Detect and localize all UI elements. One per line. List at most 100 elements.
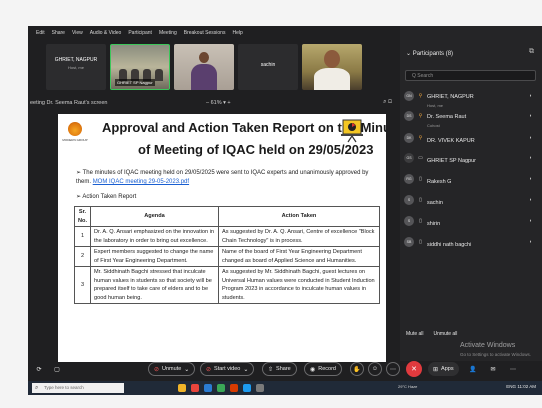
mom-pdf-link[interactable]: MOM IQAC meeting 29-05-2023.pdf <box>93 179 189 185</box>
close-icon: ✕ <box>411 366 417 373</box>
tile-name-tag: GHRIET SP Nagpur <box>115 79 155 86</box>
menu-bar: Edit Share View Audio & Video Participan… <box>28 26 398 40</box>
menu-participant[interactable]: Participant <box>128 30 152 36</box>
share-label: Share <box>276 366 291 372</box>
device-icon: ▯ <box>419 176 422 182</box>
file-explorer-icon[interactable] <box>178 384 186 392</box>
participant-name: shirin <box>427 221 441 227</box>
camera-icon[interactable]: ◗ <box>529 135 532 141</box>
table-row: 3 Mr. Siddhinath Bagchi stressed that in… <box>74 266 380 304</box>
menu-breakout-sessions[interactable]: Breakout Sessions <box>184 30 226 36</box>
share-button[interactable]: ⇧ Share <box>262 362 297 376</box>
avatar: GS <box>404 153 414 163</box>
section-heading: ➢ Action Taken Report <box>76 194 137 200</box>
unmute-all-button[interactable]: Unmute all <box>434 331 458 337</box>
camera-icon[interactable]: ◗ <box>529 113 532 119</box>
menu-share[interactable]: Share <box>52 30 65 36</box>
avatar: RG <box>404 174 414 184</box>
participant-row[interactable]: SB ▯ siddhi nath bagchi ◗ <box>404 234 538 250</box>
device-icon: ▯ <box>419 239 422 245</box>
participant-row[interactable]: S ▯ shirin ◗ <box>404 213 538 229</box>
cell-no: 3 <box>74 266 91 304</box>
system-clock[interactable]: ENG 11:02 AM <box>506 384 536 389</box>
avatar: SB <box>404 237 414 247</box>
cell-agenda: Expert members suggested to change the n… <box>90 246 219 267</box>
participant-row[interactable]: GS ▭ GHRIET SP Nagpur ◗ <box>404 150 538 166</box>
taskbar-search-input[interactable]: ⌕ Type here to search <box>32 383 124 393</box>
shared-document: MODERN GROUP Approval and Action Taken R… <box>58 114 386 362</box>
participant-row[interactable]: RG ▯ Rakesh G ◗ <box>404 171 538 187</box>
monitor-screen: Edit Share View Audio & Video Participan… <box>28 26 542 395</box>
camera-icon[interactable]: ◗ <box>529 176 532 182</box>
participants-panel: ⌄ Participants (8) ⧉ Q Search GN ⚲ GHRIE… <box>400 26 542 361</box>
menu-edit[interactable]: Edit <box>36 30 45 36</box>
raise-hand-icon[interactable]: ✋ <box>350 362 364 376</box>
cell-no: 1 <box>74 226 91 247</box>
cell-agenda: Dr. A. Q. Ansari emphasized on the innov… <box>90 226 219 247</box>
video-tile-host[interactable]: GHRIET, NAGPUR Host, me <box>46 44 106 90</box>
apps-button[interactable]: ⊞ Apps <box>428 362 459 376</box>
person-silhouette <box>155 69 163 81</box>
chrome-icon[interactable] <box>191 384 199 392</box>
participants-toggle-icon[interactable]: 👤 <box>466 362 480 376</box>
table-row: 2 Expert members suggested to change the… <box>74 246 380 267</box>
camera-icon[interactable]: ◗ <box>529 93 532 99</box>
record-label: Record <box>318 366 336 372</box>
record-button[interactable]: ◉ Record <box>304 362 342 376</box>
screen-share-bar: eeting Dr. Seema Raut's screen – 61% ▾ +… <box>28 96 398 110</box>
weather-widget[interactable]: 29°C Haze <box>398 384 417 389</box>
avatar: S <box>404 216 414 226</box>
device-icon: ▯ <box>419 197 422 203</box>
participant-row[interactable]: DS ⚲ Dr. Seema Raut Cohost ◗ <box>404 108 538 128</box>
chat-toggle-icon[interactable]: ✉ <box>486 362 500 376</box>
tile-name: GHRIET, NAGPUR <box>54 57 98 63</box>
camera-icon[interactable]: ◗ <box>529 197 532 203</box>
share-view-icons[interactable]: ⌕ ⊡ <box>383 99 392 106</box>
mic-muted-icon: ⚲ <box>418 93 423 99</box>
mic-muted-icon: ⊘ <box>154 366 160 373</box>
participant-name: GHRIET, NAGPUR <box>427 93 474 100</box>
presentation-icon <box>341 119 363 143</box>
leave-meeting-button[interactable]: ✕ <box>406 361 422 377</box>
taskbar-search-placeholder: Type here to search <box>44 385 84 390</box>
participant-row[interactable]: GN ⚲ GHRIET, NAGPUR Host, me ◗ <box>404 88 538 108</box>
camera-icon[interactable]: ◗ <box>529 218 532 224</box>
menu-meeting[interactable]: Meeting <box>159 30 177 36</box>
unmute-button[interactable]: ⊘ Unmute ⌄ <box>148 362 196 376</box>
video-tile-room[interactable]: GHRIET SP Nagpur <box>110 44 170 90</box>
col-action-taken: Action Taken <box>218 206 380 227</box>
participant-search-input[interactable]: Q Search <box>405 70 536 81</box>
camera-icon[interactable]: ◗ <box>529 239 532 245</box>
participant-row[interactable]: S ▯ sachin ◗ <box>404 192 538 208</box>
app-icon[interactable] <box>256 384 264 392</box>
layout-icon[interactable]: ⟳ <box>32 362 46 376</box>
more-options-icon[interactable]: ⋯ <box>386 362 400 376</box>
video-tiles-strip: GHRIET, NAGPUR Host, me GHRIET SP Nagpur… <box>46 44 362 92</box>
participants-header[interactable]: ⌄ Participants (8) <box>406 50 453 57</box>
participant-row[interactable]: DK ⚲ DR. VIVEK KAPUR ◗ <box>404 130 538 146</box>
menu-view[interactable]: View <box>72 30 83 36</box>
video-tile-man[interactable] <box>302 44 362 90</box>
webex-icon[interactable] <box>243 384 251 392</box>
document-title-line2: of Meeting of IQAC held on 29/05/2023 <box>138 142 374 157</box>
start-video-button[interactable]: ⊘ Start video ⌄ <box>200 362 255 376</box>
zoom-control[interactable]: – 61% ▾ + <box>206 100 231 106</box>
mute-all-button[interactable]: Mute all <box>406 331 424 337</box>
more-panel-icon[interactable]: ⋯ <box>506 362 520 376</box>
app-icon[interactable] <box>217 384 225 392</box>
office-icon[interactable] <box>230 384 238 392</box>
chat-icon[interactable]: ▢ <box>50 362 64 376</box>
participant-name: sachin <box>427 200 443 206</box>
tile-name: sachin <box>260 62 276 68</box>
popout-icon[interactable]: ⧉ <box>529 48 534 56</box>
video-tile-sachin[interactable]: sachin <box>238 44 298 90</box>
menu-audio-video[interactable]: Audio & Video <box>90 30 122 36</box>
camera-icon[interactable]: ◗ <box>529 155 532 161</box>
reactions-icon[interactable]: ☺ <box>368 362 382 376</box>
menu-help[interactable]: Help <box>232 30 242 36</box>
taskbar-pinned-apps <box>178 384 264 392</box>
table-header-row: Sr. No. Agenda Action Taken <box>74 206 380 227</box>
video-tile-woman[interactable] <box>174 44 234 90</box>
edge-icon[interactable] <box>204 384 212 392</box>
logo-emblem <box>68 122 82 136</box>
